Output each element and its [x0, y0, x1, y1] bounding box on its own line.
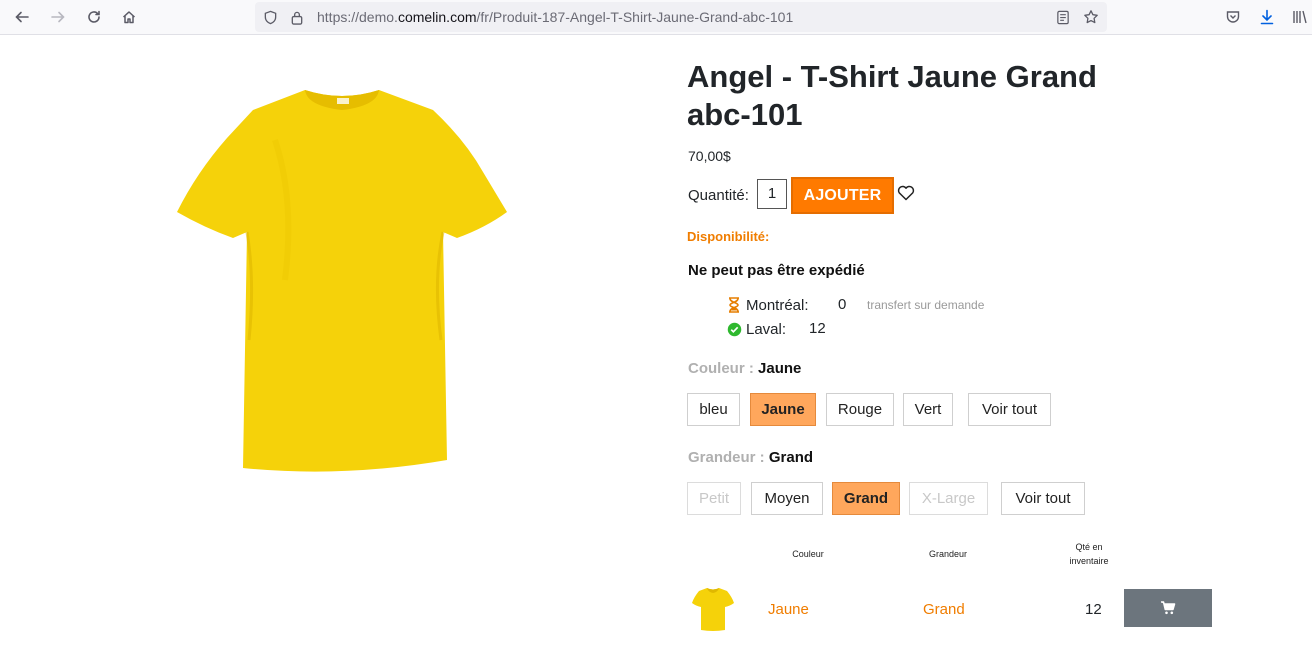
size-option-label: Grandeur : Grand	[688, 449, 814, 466]
library-icon	[1293, 10, 1307, 24]
color-option-jaune[interactable]: Jaune	[750, 393, 816, 426]
variant-qty: 12	[1085, 601, 1102, 618]
size-option-grand[interactable]: Grand	[832, 482, 900, 515]
quantity-label: Quantité:	[688, 187, 749, 204]
color-option-bleu[interactable]: bleu	[687, 393, 740, 426]
reload-button[interactable]	[80, 4, 108, 30]
back-button[interactable]	[8, 4, 36, 30]
hourglass-icon	[726, 297, 742, 313]
library-button[interactable]	[1288, 4, 1312, 30]
store-name: Laval:	[746, 320, 787, 338]
home-button[interactable]	[115, 4, 143, 30]
variant-size-link[interactable]: Grand	[923, 601, 965, 618]
address-bar[interactable]: https://demo.comelin.com/fr/Produit-187-…	[255, 2, 1107, 32]
home-icon	[122, 11, 136, 24]
downloads-button[interactable]	[1253, 4, 1281, 30]
color-option-voir-tout[interactable]: Voir tout	[968, 393, 1051, 426]
reload-icon	[88, 10, 100, 23]
store-qty: 0	[838, 296, 847, 313]
variant-add-to-cart-button[interactable]	[1124, 589, 1212, 627]
arrow-right-icon	[51, 11, 65, 23]
product-price: 70,00$	[688, 148, 731, 164]
color-option-rouge[interactable]: Rouge	[826, 393, 894, 426]
size-option-petit[interactable]: Petit	[687, 482, 741, 515]
pocket-button[interactable]	[1219, 4, 1247, 30]
forward-button[interactable]	[44, 4, 72, 30]
store-row-montreal: Montréal:	[726, 296, 809, 314]
add-to-cart-button[interactable]: AJOUTER	[791, 177, 894, 214]
cart-icon	[1161, 601, 1176, 615]
product-title: Angel - T-Shirt Jaune Grand abc-101	[687, 59, 1097, 132]
size-option-moyen[interactable]: Moyen	[751, 482, 823, 515]
color-option-vert[interactable]: Vert	[903, 393, 953, 426]
product-image	[177, 90, 507, 472]
url-text: https://demo.comelin.com/fr/Produit-187-…	[317, 9, 794, 25]
column-header-size: Grandeur	[928, 549, 968, 559]
variant-color-link[interactable]: Jaune	[768, 601, 809, 618]
quantity-input[interactable]: 1	[757, 179, 787, 209]
size-option-x-large[interactable]: X-Large	[909, 482, 988, 515]
color-option-label: Couleur : Jaune	[688, 360, 802, 377]
store-row-laval: Laval:	[726, 320, 786, 338]
reader-view-icon[interactable]	[1052, 6, 1074, 28]
bookmark-star-icon[interactable]	[1080, 6, 1102, 28]
availability-label: Disponibilité:	[687, 229, 770, 244]
store-qty: 12	[809, 320, 826, 337]
column-header-qty: Qté en inventaire	[1069, 542, 1109, 566]
check-circle-icon	[726, 321, 742, 337]
lock-icon[interactable]	[286, 6, 308, 28]
store-name: Montréal:	[746, 296, 809, 314]
heart-icon[interactable]	[896, 183, 916, 203]
shield-icon[interactable]	[259, 6, 281, 28]
transfer-note: transfert sur demande	[867, 298, 985, 312]
size-option-voir-tout[interactable]: Voir tout	[1001, 482, 1085, 515]
shipping-status: Ne peut pas être expédié	[688, 262, 865, 279]
column-header-color: Couleur	[792, 549, 824, 559]
pocket-icon	[1226, 11, 1240, 23]
arrow-left-icon	[15, 11, 29, 23]
variant-thumbnail[interactable]	[690, 585, 736, 633]
browser-toolbar: https://demo.comelin.com/fr/Produit-187-…	[0, 0, 1312, 35]
download-icon	[1260, 9, 1274, 25]
